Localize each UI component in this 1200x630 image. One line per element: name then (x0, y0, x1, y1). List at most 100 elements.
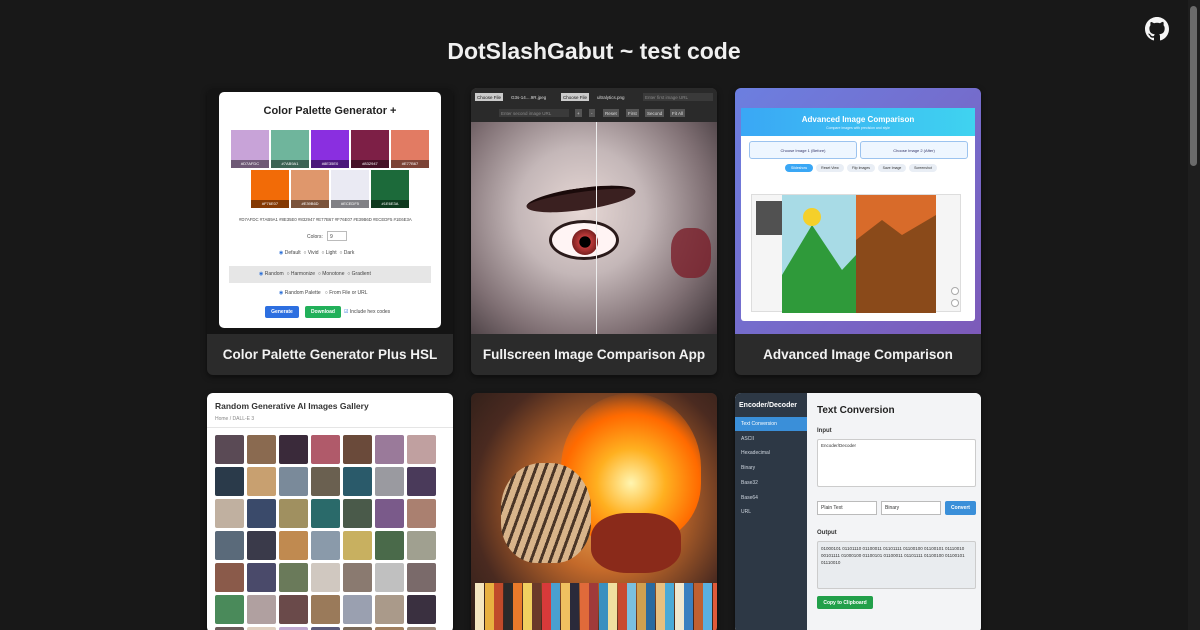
sidebar-item[interactable]: ASCII (735, 432, 807, 446)
gallery-thumbnail[interactable] (343, 531, 372, 560)
gallery-thumbnail[interactable] (247, 595, 276, 624)
gallery-thumbnail[interactable] (311, 499, 340, 528)
gallery-thumbnail[interactable] (215, 531, 244, 560)
comparison-canvas[interactable] (751, 194, 961, 313)
sidebar-item[interactable]: Text Conversion (735, 417, 807, 431)
gallery-thumbnail[interactable] (279, 435, 308, 464)
input-textarea[interactable]: Encoder/Decoder (817, 439, 976, 487)
gallery-thumbnail[interactable] (407, 563, 436, 592)
gallery-thumbnail[interactable] (279, 531, 308, 560)
source-options[interactable]: ◉ Random Palette ○ From File or URL (279, 290, 368, 296)
gallery-thumbnail[interactable] (343, 499, 372, 528)
output-textarea[interactable]: 01000101 01101110 01100011 01101111 0110… (817, 541, 976, 589)
fit-all-button[interactable]: Fit All (670, 109, 686, 117)
gallery-thumbnail[interactable] (311, 435, 340, 464)
gallery-thumbnail[interactable] (247, 499, 276, 528)
to-format-select[interactable]: Binary (881, 501, 941, 515)
gallery-thumbnail[interactable] (375, 595, 404, 624)
gallery-thumbnail[interactable] (311, 531, 340, 560)
project-card-encoder-decoder[interactable]: Encoder/Decoder Text Conversion ASCII Hexa… (735, 393, 981, 630)
book-spine (665, 583, 674, 630)
gallery-thumbnail[interactable] (375, 499, 404, 528)
first-url-input[interactable]: Enter first image URL (643, 93, 713, 101)
zoom-out-icon[interactable] (951, 299, 959, 307)
action-button[interactable]: Reset View (816, 164, 844, 172)
page-scrollbar-thumb[interactable] (1190, 6, 1197, 166)
gallery-thumbnail[interactable] (279, 563, 308, 592)
action-button[interactable]: Save Image (878, 164, 906, 172)
color-swatch[interactable]: #ECEDF5 (331, 170, 369, 208)
project-card-advanced-comparison[interactable]: Advanced Image Comparison Compare images… (735, 88, 981, 375)
choose-file-button-2[interactable]: Choose File (561, 93, 590, 101)
action-button[interactable]: Slideshow (785, 164, 813, 172)
color-swatch[interactable]: #D7AFDC (231, 130, 269, 168)
gallery-thumbnail[interactable] (311, 595, 340, 624)
sidebar-item[interactable]: Binary (735, 461, 807, 475)
gallery-thumbnail[interactable] (407, 531, 436, 560)
color-swatch[interactable]: #E39B6D (291, 170, 329, 208)
project-card-ai-gallery[interactable]: Random Generative AI Images Gallery Home… (207, 393, 453, 630)
choose-file-button[interactable]: Choose File (475, 93, 504, 101)
project-card-color-palette[interactable]: Color Palette Generator + #D7AFDC #7AB9A1… (207, 88, 453, 375)
gallery-thumbnail[interactable] (407, 595, 436, 624)
second-button[interactable]: Second (645, 109, 665, 117)
sidebar-item[interactable]: Base32 (735, 476, 807, 490)
gallery-thumbnail[interactable] (215, 595, 244, 624)
gallery-thumbnail[interactable] (247, 531, 276, 560)
generate-button[interactable]: Generate (265, 306, 299, 318)
gallery-thumbnail[interactable] (215, 467, 244, 496)
reset-button[interactable]: Reset (603, 109, 619, 117)
include-hex-checkbox[interactable]: ☑ Include hex codes (344, 309, 390, 315)
from-format-select[interactable]: Plain Text (817, 501, 877, 515)
zoom-out-button[interactable]: - (589, 109, 595, 117)
gallery-thumbnail[interactable] (407, 467, 436, 496)
color-swatch[interactable]: #F76E07 (251, 170, 289, 208)
gallery-thumbnail[interactable] (279, 595, 308, 624)
action-button[interactable]: Flip Images (847, 164, 875, 172)
color-swatch[interactable]: #832947 (351, 130, 389, 168)
gallery-thumbnail[interactable] (215, 435, 244, 464)
project-card-fullscreen-comparison[interactable]: Choose File G3s-14....9R.jpeg Choose Fil… (471, 88, 717, 375)
second-url-input[interactable]: Enter second image URL (499, 109, 569, 117)
gallery-thumbnail[interactable] (407, 499, 436, 528)
gallery-thumbnail[interactable] (247, 563, 276, 592)
color-swatch[interactable]: #8E35E0 (311, 130, 349, 168)
gallery-thumbnail[interactable] (247, 467, 276, 496)
choose-image1-button[interactable]: Choose Image 1 (Before) (749, 141, 857, 159)
color-swatch[interactable]: #7AB9A1 (271, 130, 309, 168)
gallery-thumbnail[interactable] (343, 595, 372, 624)
sidebar-item[interactable]: URL (735, 505, 807, 519)
gallery-thumbnail[interactable] (311, 563, 340, 592)
colors-input[interactable]: 9 (327, 231, 347, 241)
gallery-thumbnail[interactable] (279, 499, 308, 528)
project-card-kitten-image[interactable] (471, 393, 717, 630)
type-options[interactable]: ◉ Random ○ Harmonize ○ Monotone ○ Gradie… (259, 271, 371, 277)
comparison-divider[interactable] (596, 122, 597, 334)
convert-button[interactable]: Convert (945, 501, 976, 515)
sidebar-item[interactable]: Hexadecimal (735, 446, 807, 460)
mode-options[interactable]: ◉ Default ○ Vivid ○ Light ○ Dark (279, 250, 354, 256)
choose-image2-button[interactable]: Choose Image 2 (After) (860, 141, 968, 159)
gallery-thumbnail[interactable] (343, 563, 372, 592)
gallery-thumbnail[interactable] (343, 467, 372, 496)
download-button[interactable]: Download (305, 306, 341, 318)
zoom-in-button[interactable]: + (575, 109, 582, 117)
gallery-thumbnail[interactable] (279, 467, 308, 496)
gallery-thumbnail[interactable] (215, 499, 244, 528)
gallery-thumbnail[interactable] (407, 435, 436, 464)
zoom-in-icon[interactable] (951, 287, 959, 295)
first-button[interactable]: First (626, 109, 639, 117)
color-swatch[interactable]: #1E6E3A (371, 170, 409, 208)
copy-button[interactable]: Copy to Clipboard (817, 596, 873, 609)
gallery-thumbnail[interactable] (343, 435, 372, 464)
gallery-thumbnail[interactable] (375, 531, 404, 560)
gallery-thumbnail[interactable] (311, 467, 340, 496)
gallery-thumbnail[interactable] (375, 563, 404, 592)
gallery-thumbnail[interactable] (247, 435, 276, 464)
gallery-thumbnail[interactable] (375, 467, 404, 496)
action-button[interactable]: Screenshot (909, 164, 937, 172)
gallery-thumbnail[interactable] (375, 435, 404, 464)
sidebar-item[interactable]: Base64 (735, 491, 807, 505)
color-swatch[interactable]: #E77B67 (391, 130, 429, 168)
gallery-thumbnail[interactable] (215, 563, 244, 592)
